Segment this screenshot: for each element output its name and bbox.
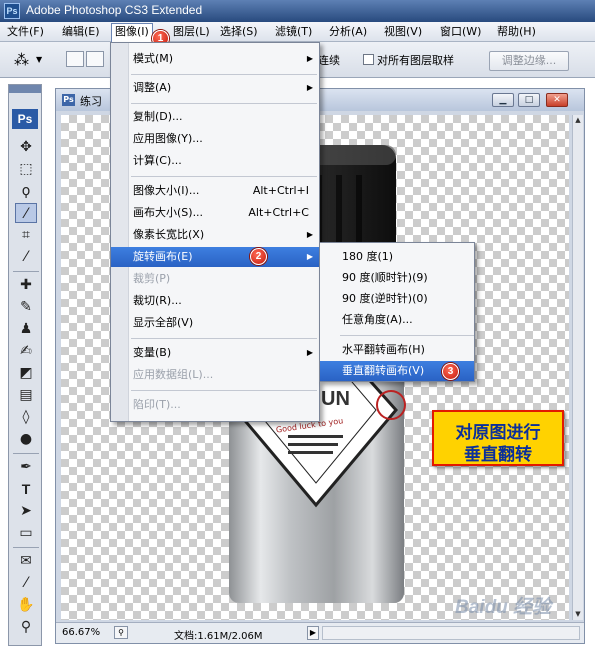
callout-2: 2 bbox=[250, 248, 267, 265]
document-info: 文档:1.61M/2.06M bbox=[174, 631, 263, 642]
add-selection-icon[interactable] bbox=[86, 51, 104, 67]
menu-item-mode[interactable]: 模式(M) ▶ bbox=[111, 49, 319, 69]
document-title: 练习 bbox=[80, 95, 102, 108]
menu-item-adjust[interactable]: 调整(A) ▶ bbox=[111, 78, 319, 98]
horizontal-scrollbar[interactable] bbox=[322, 626, 580, 640]
zoom-preview-icon[interactable]: ⚲ bbox=[114, 626, 128, 639]
toolbox-divider bbox=[13, 547, 39, 548]
menu-window[interactable]: 窗口(W) bbox=[437, 24, 484, 40]
menu-item-rotate-90-ccw[interactable]: 90 度(逆时针)(0) bbox=[320, 289, 474, 309]
chevron-down-icon[interactable]: ▼ bbox=[36, 55, 42, 64]
menu-item-apply-image[interactable]: 应用图像(Y)... bbox=[111, 129, 319, 149]
status-bar: 66.67% ⚲ 文档:1.61M/2.06M ▶ bbox=[56, 622, 584, 643]
gradient-tool-icon[interactable]: ▤ bbox=[15, 385, 37, 405]
menu-item-crop[interactable]: 裁剪(P) bbox=[111, 269, 319, 289]
callout-3: 3 bbox=[442, 363, 459, 380]
new-selection-icon[interactable] bbox=[66, 51, 84, 67]
sample-all-layers-checkbox[interactable] bbox=[363, 54, 374, 65]
menu-item-apply-data-set[interactable]: 应用数据组(L)... bbox=[111, 365, 319, 385]
menu-filter[interactable]: 滤镜(T) bbox=[272, 24, 315, 40]
type-tool-icon[interactable]: T bbox=[15, 479, 37, 499]
title-bar: Ps Adobe Photoshop CS3 Extended bbox=[0, 0, 595, 22]
menu-item-rotate-90-cw[interactable]: 90 度(顺时针)(9) bbox=[320, 268, 474, 288]
marquee-tool-icon[interactable]: ⬚ bbox=[15, 159, 37, 179]
shape-tool-icon[interactable]: ▭ bbox=[15, 523, 37, 543]
menu-item-rotate-canvas[interactable]: 旋转画布(E) ▶ bbox=[111, 247, 319, 267]
menu-item-variables[interactable]: 变量(B) ▶ bbox=[111, 343, 319, 363]
menu-image[interactable]: 图像(I) bbox=[111, 23, 153, 42]
menu-select[interactable]: 选择(S) bbox=[217, 24, 261, 40]
menu-bar: 文件(F) 编辑(E) 图像(I) 图层(L) 选择(S) 滤镜(T) 分析(A… bbox=[0, 22, 595, 42]
annotation-box: 对原图进行 垂直翻转 bbox=[432, 410, 564, 466]
crop-tool-icon[interactable]: ⌗ bbox=[15, 225, 37, 245]
menu-edit[interactable]: 编辑(E) bbox=[59, 24, 103, 40]
menu-item-duplicate[interactable]: 复制(D)... bbox=[111, 107, 319, 127]
menu-item-image-size[interactable]: 图像大小(I)... Alt+Ctrl+I bbox=[111, 181, 319, 201]
photoshop-logo-icon: Ps bbox=[4, 3, 20, 19]
blur-tool-icon[interactable]: ◊ bbox=[15, 407, 37, 427]
magic-wand-icon[interactable]: ⁂ bbox=[14, 51, 29, 69]
toolbox: Ps ✥ ⬚ ϙ ⁄ ⌗ ⁄ ✚ ✎ ♟ ✍ ◩ ▤ ◊ ● ✒ T ➤ ▭ ✉… bbox=[8, 84, 42, 646]
menu-layer[interactable]: 图层(L) bbox=[170, 24, 213, 40]
minimize-button[interactable]: ▁ bbox=[492, 93, 514, 107]
menu-item-rotate-180[interactable]: 180 度(1) bbox=[320, 247, 474, 267]
document-icon: Ps bbox=[62, 94, 75, 106]
toolbox-divider bbox=[13, 271, 39, 272]
pen-tool-icon[interactable]: ✒ bbox=[15, 457, 37, 477]
menu-item-flip-horizontal[interactable]: 水平翻转画布(H) bbox=[320, 340, 474, 360]
dodge-tool-icon[interactable]: ● bbox=[15, 429, 37, 449]
app-title: Adobe Photoshop CS3 Extended bbox=[26, 3, 203, 17]
watermark: Baidu 经验 bbox=[455, 597, 552, 618]
history-brush-icon[interactable]: ✍ bbox=[15, 341, 37, 361]
annotation-line-2: 垂直翻转 bbox=[464, 445, 532, 465]
status-menu-arrow-icon[interactable]: ▶ bbox=[307, 626, 319, 640]
contiguous-label: 连续 bbox=[318, 54, 340, 67]
scroll-up-icon[interactable]: ▲ bbox=[573, 115, 583, 125]
refine-edge-button[interactable]: 调整边缘... bbox=[489, 51, 569, 71]
ps-badge[interactable]: Ps bbox=[12, 109, 38, 129]
label-text-un: UN bbox=[321, 388, 350, 410]
brush-tool-icon[interactable]: ✎ bbox=[15, 297, 37, 317]
sample-all-layers-label: 对所有图层取样 bbox=[377, 54, 454, 67]
menu-help[interactable]: 帮助(H) bbox=[494, 24, 539, 40]
menu-item-pixel-aspect[interactable]: 像素长宽比(X) ▶ bbox=[111, 225, 319, 245]
menu-analysis[interactable]: 分析(A) bbox=[326, 24, 370, 40]
lasso-tool-icon[interactable]: ϙ bbox=[15, 181, 37, 201]
zoom-level[interactable]: 66.67% bbox=[62, 627, 100, 638]
path-selection-icon[interactable]: ➤ bbox=[15, 501, 37, 521]
zoom-tool-icon[interactable]: ⚲ bbox=[15, 617, 37, 637]
vertical-scrollbar[interactable]: ▲ ▼ bbox=[572, 115, 583, 620]
slice-tool-icon[interactable]: ⁄ bbox=[15, 247, 37, 267]
close-button[interactable]: ✕ bbox=[546, 93, 568, 107]
menu-file[interactable]: 文件(F) bbox=[4, 24, 47, 40]
eraser-tool-icon[interactable]: ◩ bbox=[15, 363, 37, 383]
move-tool-icon[interactable]: ✥ bbox=[15, 137, 37, 157]
rotate-canvas-submenu: 180 度(1) 90 度(顺时针)(9) 90 度(逆时针)(0) 任意角度(… bbox=[319, 242, 475, 382]
menu-item-trap[interactable]: 陷印(T)... bbox=[111, 395, 319, 415]
magic-wand-tool-icon[interactable]: ⁄ bbox=[15, 203, 37, 223]
menu-view[interactable]: 视图(V) bbox=[381, 24, 425, 40]
hand-tool-icon[interactable]: ✋ bbox=[15, 595, 37, 615]
menu-item-reveal-all[interactable]: 显示全部(V) bbox=[111, 313, 319, 333]
scroll-down-icon[interactable]: ▼ bbox=[573, 609, 583, 619]
healing-brush-icon[interactable]: ✚ bbox=[15, 275, 37, 295]
maximize-button[interactable]: □ bbox=[518, 93, 540, 107]
menu-item-trim[interactable]: 裁切(R)... bbox=[111, 291, 319, 311]
image-menu-dropdown: 模式(M) ▶ 调整(A) ▶ 复制(D)... 应用图像(Y)... 计算(C).… bbox=[110, 42, 320, 422]
toolbox-divider bbox=[13, 453, 39, 454]
clone-stamp-icon[interactable]: ♟ bbox=[15, 319, 37, 339]
menu-item-calculations[interactable]: 计算(C)... bbox=[111, 151, 319, 171]
menu-item-arbitrary[interactable]: 任意角度(A)... bbox=[320, 310, 474, 330]
toolbox-header[interactable] bbox=[9, 85, 41, 93]
eyedropper-tool-icon[interactable]: ⁄ bbox=[15, 573, 37, 593]
menu-item-canvas-size[interactable]: 画布大小(S)... Alt+Ctrl+C bbox=[111, 203, 319, 223]
notes-tool-icon[interactable]: ✉ bbox=[15, 551, 37, 571]
